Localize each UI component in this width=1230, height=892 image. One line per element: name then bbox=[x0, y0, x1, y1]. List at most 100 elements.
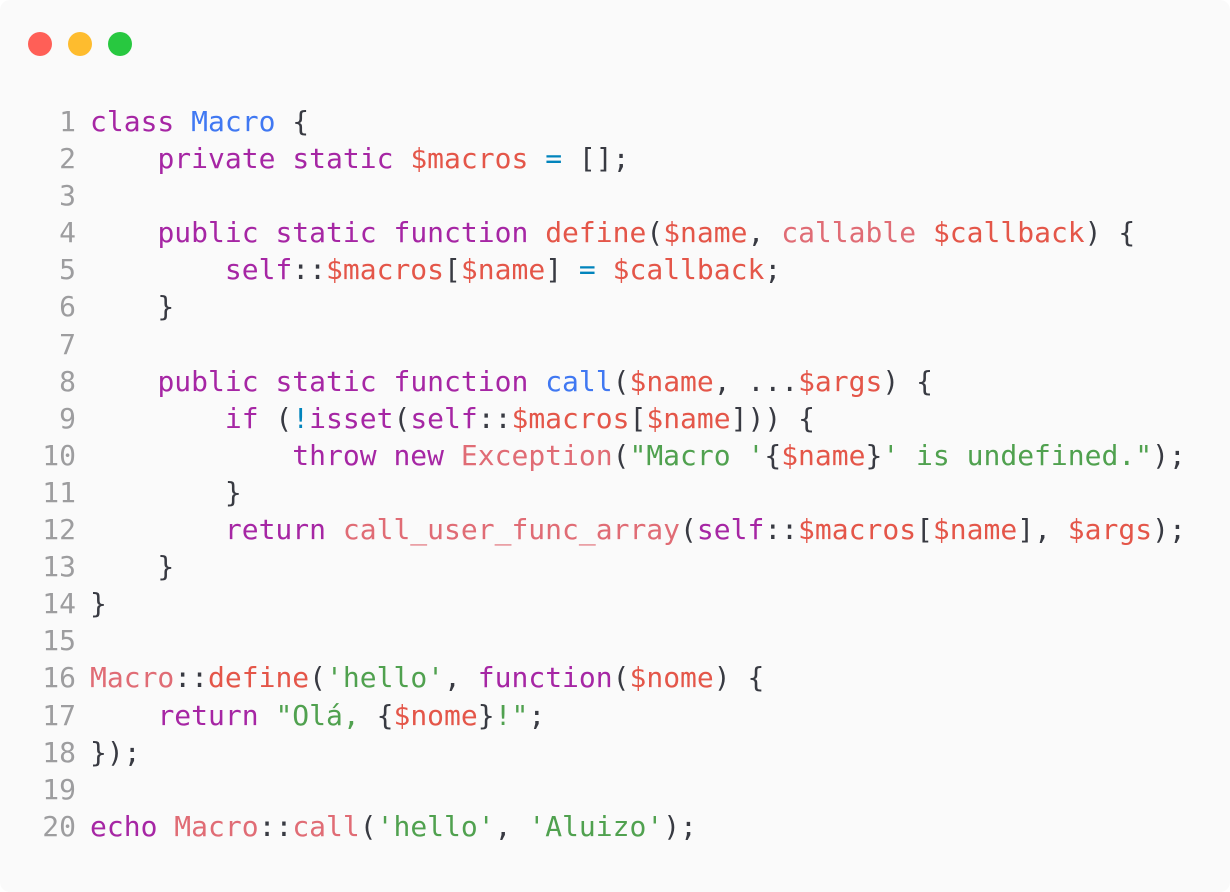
text-token: , bbox=[444, 661, 478, 695]
keyword-token: class bbox=[90, 105, 175, 138]
text-token: ], bbox=[1017, 513, 1068, 547]
variable-token: $args bbox=[1067, 513, 1153, 547]
line-code: public static function define($name, cal… bbox=[90, 214, 1135, 251]
minimize-button[interactable] bbox=[68, 32, 92, 56]
keyword-token: static bbox=[292, 142, 394, 176]
text-token: { bbox=[376, 698, 394, 732]
line-number: 11 bbox=[42, 475, 76, 509]
variable-token: $nome bbox=[629, 661, 714, 695]
text-token: ( bbox=[680, 513, 697, 547]
text-token: ) { bbox=[713, 661, 765, 695]
call-token: Exception bbox=[460, 438, 613, 472]
text-token: ( bbox=[612, 438, 630, 472]
close-button[interactable] bbox=[28, 32, 52, 56]
line-number: 15 bbox=[42, 624, 76, 658]
line-code: private static $macros = []; bbox=[90, 140, 630, 177]
code-line: 13 } bbox=[0, 548, 1186, 585]
keyword-token: echo bbox=[90, 809, 158, 843]
text-token: ( bbox=[612, 661, 630, 695]
text-token: []; bbox=[562, 142, 630, 176]
text-token: , bbox=[494, 809, 529, 843]
text-token: ( bbox=[309, 661, 327, 695]
code-line: 18}); bbox=[0, 734, 1186, 771]
line-code: }); bbox=[90, 734, 141, 771]
operator-token: = bbox=[578, 253, 596, 287]
call-token: Macro bbox=[90, 661, 175, 695]
code-line: 2 private static $macros = []; bbox=[0, 140, 1186, 177]
keyword-token: static bbox=[275, 364, 377, 398]
variable-token: $name bbox=[781, 438, 866, 472]
keyword-token: public bbox=[157, 216, 259, 250]
variable-token: $macros bbox=[511, 401, 630, 435]
variable-token: define bbox=[208, 661, 310, 695]
line-number: 7 bbox=[59, 327, 76, 361]
text-token: :: bbox=[764, 513, 799, 547]
line-number: 13 bbox=[42, 550, 76, 584]
keyword-token: function bbox=[393, 216, 529, 250]
call-token: call bbox=[292, 809, 360, 843]
text-token: { bbox=[275, 105, 310, 138]
line-code: return call_user_func_array(self::$macro… bbox=[90, 511, 1186, 548]
line-number: 2 bbox=[59, 142, 76, 176]
text-token: ); bbox=[1152, 513, 1186, 547]
line-code: } bbox=[90, 474, 242, 511]
keyword-token: return bbox=[224, 513, 327, 547]
line-code: class Macro { bbox=[90, 103, 309, 140]
text-token: ])) { bbox=[730, 401, 815, 435]
text-token: ); bbox=[663, 809, 697, 843]
keyword-token: new bbox=[393, 438, 445, 472]
text-token: } bbox=[90, 587, 107, 621]
string-token: 'hello' bbox=[376, 809, 495, 843]
line-number: 1 bbox=[59, 105, 76, 138]
line-number: 5 bbox=[59, 253, 76, 287]
line-code: } bbox=[90, 288, 174, 325]
line-number: 18 bbox=[42, 735, 76, 769]
call-token: callable bbox=[781, 216, 917, 250]
string-token: "Olá, bbox=[275, 698, 377, 732]
text-token: [ bbox=[444, 253, 461, 287]
text-token: { bbox=[764, 438, 782, 472]
text-token: } bbox=[90, 550, 175, 584]
text-token: , ... bbox=[713, 364, 799, 398]
code-line: 4 public static function define($name, c… bbox=[0, 214, 1186, 251]
variable-token: $name bbox=[460, 253, 546, 287]
maximize-button[interactable] bbox=[108, 32, 132, 56]
keyword-token: self bbox=[696, 513, 765, 547]
text-token: , bbox=[747, 216, 782, 250]
line-number: 17 bbox=[42, 698, 76, 732]
line-code: } bbox=[90, 585, 107, 622]
variable-token: $name bbox=[932, 513, 1018, 547]
line-number: 14 bbox=[42, 587, 76, 621]
line-code: Macro::define('hello', function($nome) { bbox=[90, 659, 764, 696]
code-line: 20 echo Macro::call('hello', 'Aluizo'); bbox=[0, 808, 1186, 845]
keyword-token: isset bbox=[309, 401, 394, 435]
variable-token: $callback bbox=[612, 253, 765, 287]
line-number: 6 bbox=[59, 290, 76, 324]
text-token: ( bbox=[393, 401, 411, 435]
keyword-token: return bbox=[157, 698, 259, 732]
class-name-token: call bbox=[545, 364, 613, 398]
keyword-token: throw bbox=[292, 438, 377, 472]
keyword-token: private bbox=[157, 142, 276, 176]
call-token: Macro bbox=[174, 809, 259, 843]
keyword-token: function bbox=[477, 661, 613, 695]
code-line: 19 bbox=[0, 771, 1186, 808]
text-token: :: bbox=[174, 661, 209, 695]
line-code: throw new Exception("Macro '{$name}' is … bbox=[90, 437, 1185, 474]
text-token: } bbox=[90, 290, 175, 324]
code-line: 1 class Macro { bbox=[0, 103, 1186, 140]
line-number: 20 bbox=[42, 809, 76, 843]
text-token: ) { bbox=[882, 364, 933, 398]
